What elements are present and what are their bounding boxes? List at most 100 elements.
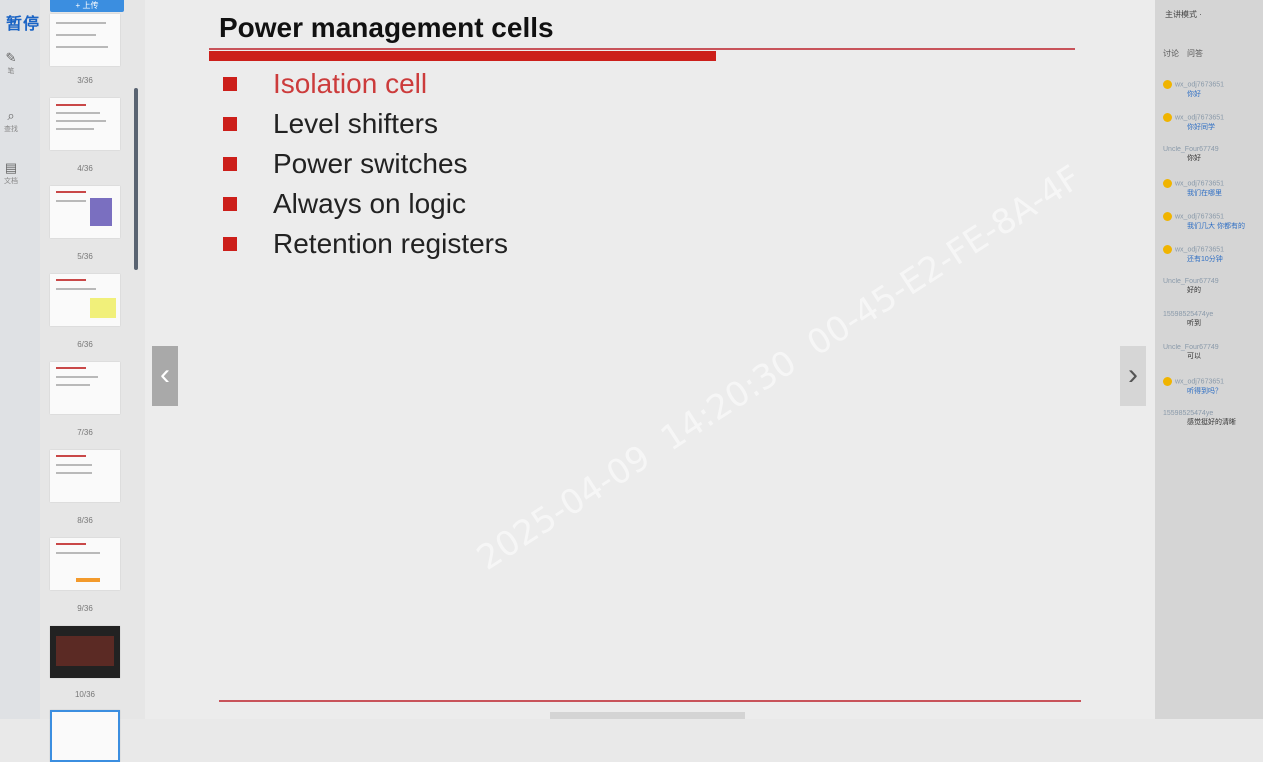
page-controls[interactable] xyxy=(550,712,745,719)
tab-qa[interactable]: 问答 xyxy=(1187,48,1203,59)
chat-username: wx_odj7673651 xyxy=(1163,212,1263,221)
chat-username-text: Uncle_Four67749 xyxy=(1163,344,1219,351)
bullet-marker xyxy=(223,197,237,211)
chat-text: 我们几大 你都有的 xyxy=(1187,223,1245,230)
title-accent-bar xyxy=(209,51,716,61)
slide-thumbnail[interactable] xyxy=(50,274,120,326)
bullet-marker xyxy=(223,157,237,171)
slide-title: Power management cells xyxy=(219,12,554,43)
previous-slide-button[interactable]: ‹ xyxy=(152,346,178,406)
thumbnail-label: 9/36 xyxy=(77,604,93,613)
thumbnail-label: 4/36 xyxy=(77,164,93,173)
chat-username: wx_odj7673651 xyxy=(1163,80,1263,89)
bullet-item: Isolation cell xyxy=(223,64,508,104)
tab-discussion[interactable]: 讨论 xyxy=(1163,48,1179,59)
chat-username-text: wx_odj7673651 xyxy=(1175,378,1225,386)
chat-username-text: 15598525474ye xyxy=(1163,311,1214,318)
next-slide-button[interactable]: › xyxy=(1120,346,1146,406)
chat-text: 你好同学 xyxy=(1187,124,1215,131)
chat-username-text: wx_odj7673651 xyxy=(1175,213,1225,221)
slide-thumbnail[interactable] xyxy=(50,538,120,590)
bullet-text: Always on logic xyxy=(273,188,466,219)
thumbnail-label: 3/36 xyxy=(77,76,93,85)
thumbnail-label: 8/36 xyxy=(77,516,93,525)
mode-selector[interactable]: 主讲模式 · xyxy=(1165,9,1202,20)
bullet-item: Power switches xyxy=(223,144,508,184)
chat-text: 可以 xyxy=(1187,353,1201,360)
chat-username: wx_odj7673651 xyxy=(1163,245,1263,254)
doc-icon[interactable]: ▤ 文档 xyxy=(0,160,22,186)
slide-thumbnail[interactable] xyxy=(50,362,120,414)
chat-username-text: wx_odj7673651 xyxy=(1175,246,1225,254)
chat-username-text: wx_odj7673651 xyxy=(1175,114,1225,122)
slide-thumbnail[interactable] xyxy=(50,626,120,678)
bullet-item: Retention registers xyxy=(223,224,508,264)
chat-message: 15598525474ye 听到 xyxy=(1163,311,1263,328)
chat-text: 感觉挺好的清晰 xyxy=(1187,419,1236,426)
chat-message: Uncle_Four67749 好的 xyxy=(1163,278,1263,295)
chat-message: wx_odj7673651 你好 xyxy=(1163,80,1263,99)
chat-message: Uncle_Four67749 你好 xyxy=(1163,146,1263,163)
slide-thumbnail-panel[interactable]: + 上传 3/36 4/36 5/36 6/36 7/36 8/36 9/36 … xyxy=(40,0,145,762)
chat-text: 你好 xyxy=(1187,91,1201,98)
user-avatar-icon xyxy=(1163,377,1172,386)
bullet-item: Level shifters xyxy=(223,104,508,144)
bullet-text: Retention registers xyxy=(273,228,509,259)
pen-icon[interactable]: ✎ 笔 xyxy=(0,50,22,76)
title-underline xyxy=(209,48,1075,50)
chat-username-text: Uncle_Four67749 xyxy=(1163,146,1219,153)
chat-username-text: 15598525474ye xyxy=(1163,410,1214,417)
thumbnail-label: 10/36 xyxy=(74,690,96,699)
bullet-marker xyxy=(223,117,237,131)
slide-canvas: Power management cells Isolation cell Le… xyxy=(145,0,1155,719)
chat-message: wx_odj7673651 我们在哪里 xyxy=(1163,179,1263,198)
chat-message: wx_odj7673651 我们几大 你都有的 xyxy=(1163,212,1263,231)
chat-text: 还有10分钟 xyxy=(1187,256,1223,263)
chat-username-text: wx_odj7673651 xyxy=(1175,180,1225,188)
user-avatar-icon xyxy=(1163,113,1172,122)
slide-thumbnail[interactable] xyxy=(50,98,120,150)
chat-username: wx_odj7673651 xyxy=(1163,113,1263,122)
chat-username: 15598525474ye xyxy=(1163,410,1263,417)
chat-username: 15598525474ye xyxy=(1163,311,1263,318)
slide-thumbnail[interactable] xyxy=(50,186,120,238)
chat-username: Uncle_Four67749 xyxy=(1163,344,1263,351)
chat-message: wx_odj7673651 还有10分钟 xyxy=(1163,245,1263,264)
chat-text: 听到 xyxy=(1187,320,1201,327)
chat-message: 15598525474ye 感觉挺好的清晰 xyxy=(1163,410,1263,427)
chat-message: wx_odj7673651 你好同学 xyxy=(1163,113,1263,132)
user-avatar-icon xyxy=(1163,80,1172,89)
chat-username-text: Uncle_Four67749 xyxy=(1163,278,1219,285)
bullet-marker xyxy=(223,77,237,91)
chat-panel: 主讲模式 · 讨论 问答 wx_odj7673651 你好 wx_odj767365… xyxy=(1155,0,1263,719)
chat-text: 我们在哪里 xyxy=(1187,190,1222,197)
thumbnail-label: 7/36 xyxy=(77,428,93,437)
chat-text: 听得到吗？ xyxy=(1187,388,1222,395)
slide-thumbnail[interactable] xyxy=(50,14,120,66)
slide-thumbnail-current[interactable] xyxy=(50,710,120,762)
chat-username: wx_odj7673651 xyxy=(1163,179,1263,188)
chat-message: wx_odj7673651 听得到吗？ xyxy=(1163,377,1263,396)
chat-text: 好的 xyxy=(1187,287,1201,294)
bullet-list: Isolation cell Level shifters Power swit… xyxy=(223,64,508,264)
bullet-marker xyxy=(223,237,237,251)
bullet-text: Level shifters xyxy=(273,108,438,139)
thumbnail-label: 5/36 xyxy=(77,252,93,261)
chat-username: Uncle_Four67749 xyxy=(1163,146,1263,153)
bullet-item: Always on logic xyxy=(223,184,508,224)
user-avatar-icon xyxy=(1163,212,1172,221)
chat-tabs: 讨论 问答 xyxy=(1163,48,1203,59)
slide-thumbnail[interactable] xyxy=(50,450,120,502)
pause-button[interactable]: 暂停 xyxy=(6,10,40,34)
user-avatar-icon xyxy=(1163,179,1172,188)
thumbnail-scrollbar[interactable] xyxy=(134,88,138,270)
upload-button[interactable]: + 上传 xyxy=(50,0,124,12)
chat-message: Uncle_Four67749 可以 xyxy=(1163,344,1263,361)
search-icon[interactable]: ⌕ 查找 xyxy=(0,108,22,134)
tool-strip: 暂停 ✎ 笔 ⌕ 查找 ▤ 文档 xyxy=(0,0,40,719)
chat-username: wx_odj7673651 xyxy=(1163,377,1263,386)
chat-username: Uncle_Four67749 xyxy=(1163,278,1263,285)
chat-username-text: wx_odj7673651 xyxy=(1175,81,1225,89)
chat-text: 你好 xyxy=(1187,155,1201,162)
bullet-text: Isolation cell xyxy=(273,68,428,99)
